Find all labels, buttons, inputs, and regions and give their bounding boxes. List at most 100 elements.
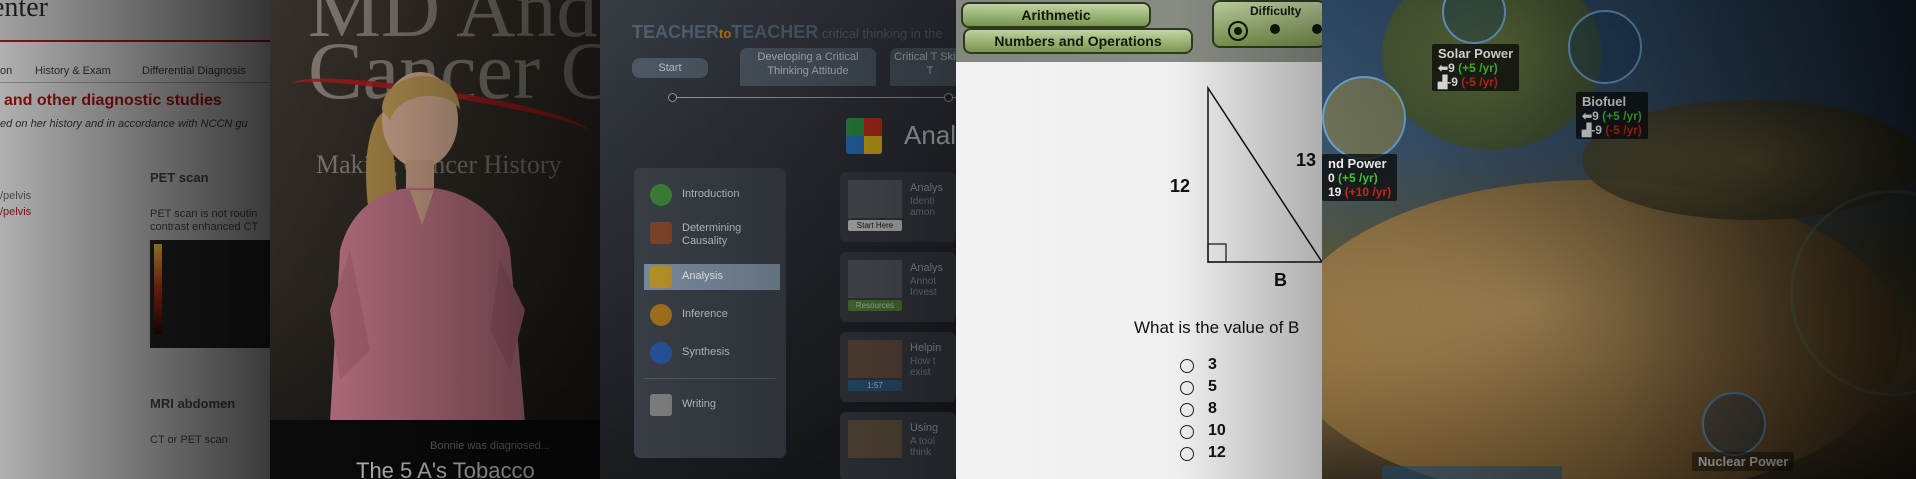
stat-row: ⬅9 (+5 /yr): [1438, 61, 1513, 75]
menu-item-synthesis[interactable]: Synthesis: [644, 340, 780, 366]
answer-option[interactable]: 12: [1180, 444, 1280, 466]
video-card[interactable]: 1:57 Helpin How t exist: [840, 332, 956, 402]
resource-card[interactable]: Start Here Analys Identi amon: [840, 172, 956, 242]
menu-item-introduction[interactable]: Introduction: [644, 182, 780, 208]
start-tab[interactable]: Start: [632, 58, 708, 78]
energy-name: nd Power: [1328, 156, 1387, 171]
list-link[interactable]: /pelvis: [0, 206, 31, 218]
wind-turbine-icon[interactable]: [1322, 76, 1406, 160]
menu-item-label: Introduction: [682, 188, 740, 200]
radio-button[interactable]: [1180, 447, 1194, 461]
header-subtitle: critical thinking in the: [818, 26, 943, 41]
radio-button[interactable]: [1180, 403, 1194, 417]
menu-item-determining-causality[interactable]: Determining Causality: [644, 220, 780, 254]
resources-button[interactable]: Resources: [848, 300, 902, 311]
energy-name: Nuclear Power: [1698, 454, 1789, 469]
section-title: Anal: [904, 120, 956, 150]
arithmetic-quiz-panel: Arithmetic Numbers and Operations Diffic…: [956, 0, 1322, 479]
menu-item-writing[interactable]: Writing: [644, 392, 780, 418]
section-heading: and other diagnostic studies: [4, 92, 222, 109]
timeline-node[interactable]: [668, 93, 677, 102]
numbers-operations-button[interactable]: Numbers and Operations: [963, 28, 1193, 54]
menu-item-analysis[interactable]: Analysis: [644, 264, 780, 290]
pen-icon: [650, 394, 672, 416]
radio-button[interactable]: [1180, 359, 1194, 373]
menu-item-label: Synthesis: [682, 346, 730, 358]
answer-value: 12: [1208, 444, 1226, 461]
biofuel-site-marker[interactable]: [1568, 10, 1642, 84]
mri-label: MRI abdomen: [150, 396, 236, 411]
menu-item-label: Analysis: [682, 270, 723, 282]
dominoes-icon: [650, 222, 672, 244]
difficulty-selector[interactable]: Difficulty: [1212, 0, 1322, 48]
energy-name: Biofuel: [1582, 94, 1627, 109]
stat-row: ▟-9 (-5 /yr): [1438, 75, 1513, 89]
chart-icon: ▟: [1438, 75, 1448, 89]
card-title: Analys: [910, 262, 944, 274]
card-title: Using: [910, 422, 939, 434]
radio-button[interactable]: [1180, 381, 1194, 395]
teacher-to-teacher-panel: TEACHERtoTEACHER critical thinking in th…: [600, 0, 956, 479]
tab-item[interactable]: on: [0, 65, 12, 77]
header-word: TEACHER: [731, 22, 819, 42]
tab-critical-thinking-attitude[interactable]: Developing a Critical Thinking Attitude: [740, 48, 876, 86]
answer-option[interactable]: 3: [1180, 356, 1280, 378]
answer-option[interactable]: 8: [1180, 400, 1280, 422]
side-label: 12: [1170, 176, 1191, 196]
caption-title: The 5 A's Tobacco: [356, 458, 535, 479]
energy-info-box: Biofuel ⬅9 (+5 /yr) ▟-9 (-5 /yr): [1576, 92, 1648, 139]
tab-bar: on History & Exam Differential Diagnosis: [0, 60, 270, 83]
menu-item-label: Determining Causality: [682, 222, 742, 247]
menu-item-inference[interactable]: Inference: [644, 302, 780, 328]
stat-delta: (-5 /yr): [1461, 75, 1498, 89]
stat-delta: (+5 /yr): [1458, 61, 1498, 75]
stat-delta: (-5 /yr): [1605, 123, 1642, 137]
energy-map-panel: Solar Power ⬅9 (+5 /yr) ▟-9 (-5 /yr) Bio…: [1322, 0, 1916, 479]
card-thumbnail: [848, 180, 902, 218]
pet-scan-image: [150, 240, 270, 348]
tab-differential-diagnosis[interactable]: Differential Diagnosis: [142, 65, 246, 77]
answer-value: 3: [1208, 356, 1217, 373]
stat-value: 0: [1328, 171, 1335, 185]
ct-label: CT or PET scan: [150, 434, 228, 446]
card-desc: A tool think: [910, 436, 936, 458]
difficulty-radio[interactable]: [1312, 24, 1322, 34]
web-document-panel: enter on History & Exam Differential Dia…: [0, 0, 270, 479]
start-here-button[interactable]: Start Here: [848, 220, 902, 231]
nuclear-site-marker[interactable]: [1702, 392, 1766, 456]
radio-button[interactable]: [1180, 425, 1194, 439]
cube-icon: [846, 118, 882, 154]
answer-value: 8: [1208, 400, 1217, 417]
answer-option[interactable]: 10: [1180, 422, 1280, 444]
energy-info-box: Nuclear Power: [1692, 452, 1795, 471]
card-desc: Identi amon: [910, 196, 936, 218]
leaf-icon: ⬅: [1438, 61, 1449, 75]
cube-icon: [650, 266, 672, 288]
difficulty-radio[interactable]: [1270, 24, 1280, 34]
resource-card[interactable]: Resources Analys Annot Invest: [840, 252, 956, 322]
answer-value: 10: [1208, 422, 1226, 439]
screenshot-collage: enter on History & Exam Differential Dia…: [0, 0, 1916, 479]
app-header: TEACHERtoTEACHER critical thinking in th…: [632, 22, 943, 43]
answer-option[interactable]: 5: [1180, 378, 1280, 400]
tab-history-exam[interactable]: History & Exam: [35, 65, 111, 77]
stat-row: 0 (+5 /yr): [1328, 171, 1391, 185]
video-thumbnail: [848, 340, 902, 378]
arithmetic-button[interactable]: Arithmetic: [961, 2, 1151, 28]
difficulty-radio[interactable]: [1228, 21, 1248, 41]
tab-critical-thinking-skills[interactable]: Critical T Skills T: [890, 48, 956, 86]
bottom-toolbar: [1382, 466, 1562, 479]
compass-icon: [650, 304, 672, 326]
stat-row: 19 (+10 /yr): [1328, 185, 1391, 199]
timeline-node[interactable]: [944, 93, 953, 102]
card-desc: How t exist: [910, 356, 936, 378]
pet-text-line: contrast enhanced CT: [150, 221, 259, 233]
video-card[interactable]: Using A tool think: [840, 412, 956, 479]
menu-divider: [644, 378, 776, 379]
leaf-icon: ⬅: [1582, 109, 1593, 123]
stat-row: ⬅9 (+5 /yr): [1582, 109, 1642, 123]
globe-icon: [650, 184, 672, 206]
menu-item-label: Writing: [682, 398, 717, 410]
right-triangle-figure: [1207, 85, 1322, 263]
avatar-figure: [330, 72, 525, 422]
